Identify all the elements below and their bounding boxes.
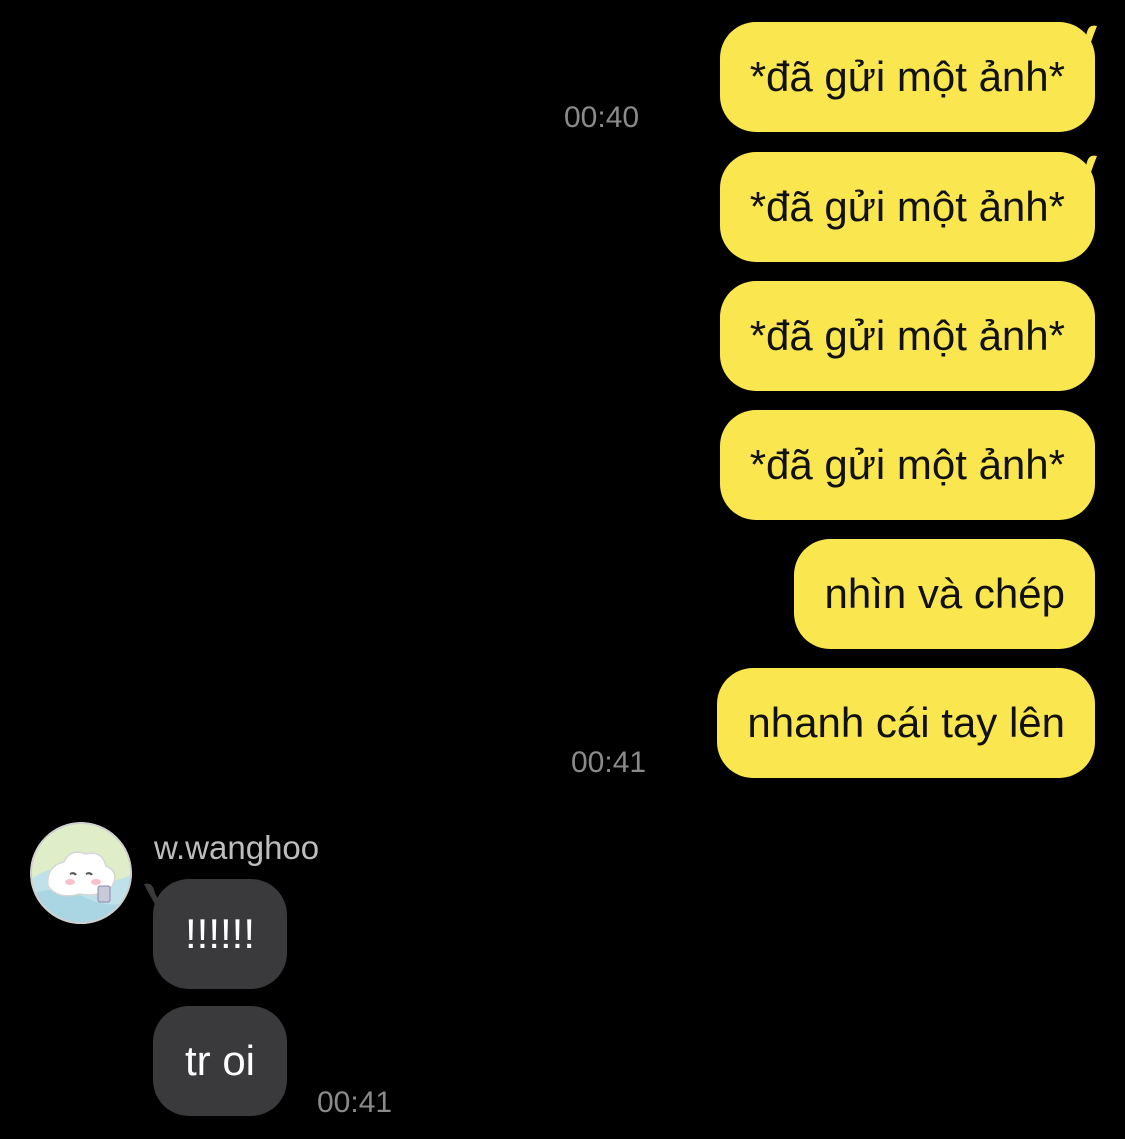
sender-name: w.wanghoo xyxy=(154,829,320,866)
incoming-message[interactable]: !!!!!! xyxy=(153,879,288,989)
outgoing-message[interactable]: *đã gửi một ảnh* xyxy=(719,22,1095,132)
chat-thread: *đã gửi một ảnh* 00:40 *đã gửi một ảnh* … xyxy=(0,0,1125,1139)
sender-avatar[interactable] xyxy=(30,822,132,924)
outgoing-message[interactable]: *đã gửi một ảnh* xyxy=(719,410,1095,520)
outgoing-message[interactable]: *đã gửi một ảnh* xyxy=(719,281,1095,391)
cartoon-avatar-icon xyxy=(30,822,132,924)
bubble-tail-icon xyxy=(1069,155,1097,188)
incoming-message[interactable]: tr oi xyxy=(153,1006,288,1116)
message-timestamp: 00:41 xyxy=(317,1086,393,1119)
outgoing-message[interactable]: nhanh cái tay lên xyxy=(717,668,1095,778)
outgoing-message[interactable]: nhìn và chép xyxy=(794,539,1095,649)
message-timestamp: 00:40 xyxy=(564,101,640,134)
bubble-tail-icon xyxy=(1069,25,1097,59)
outgoing-message[interactable]: *đã gửi một ảnh* xyxy=(719,152,1095,262)
message-timestamp: 00:41 xyxy=(571,746,647,779)
